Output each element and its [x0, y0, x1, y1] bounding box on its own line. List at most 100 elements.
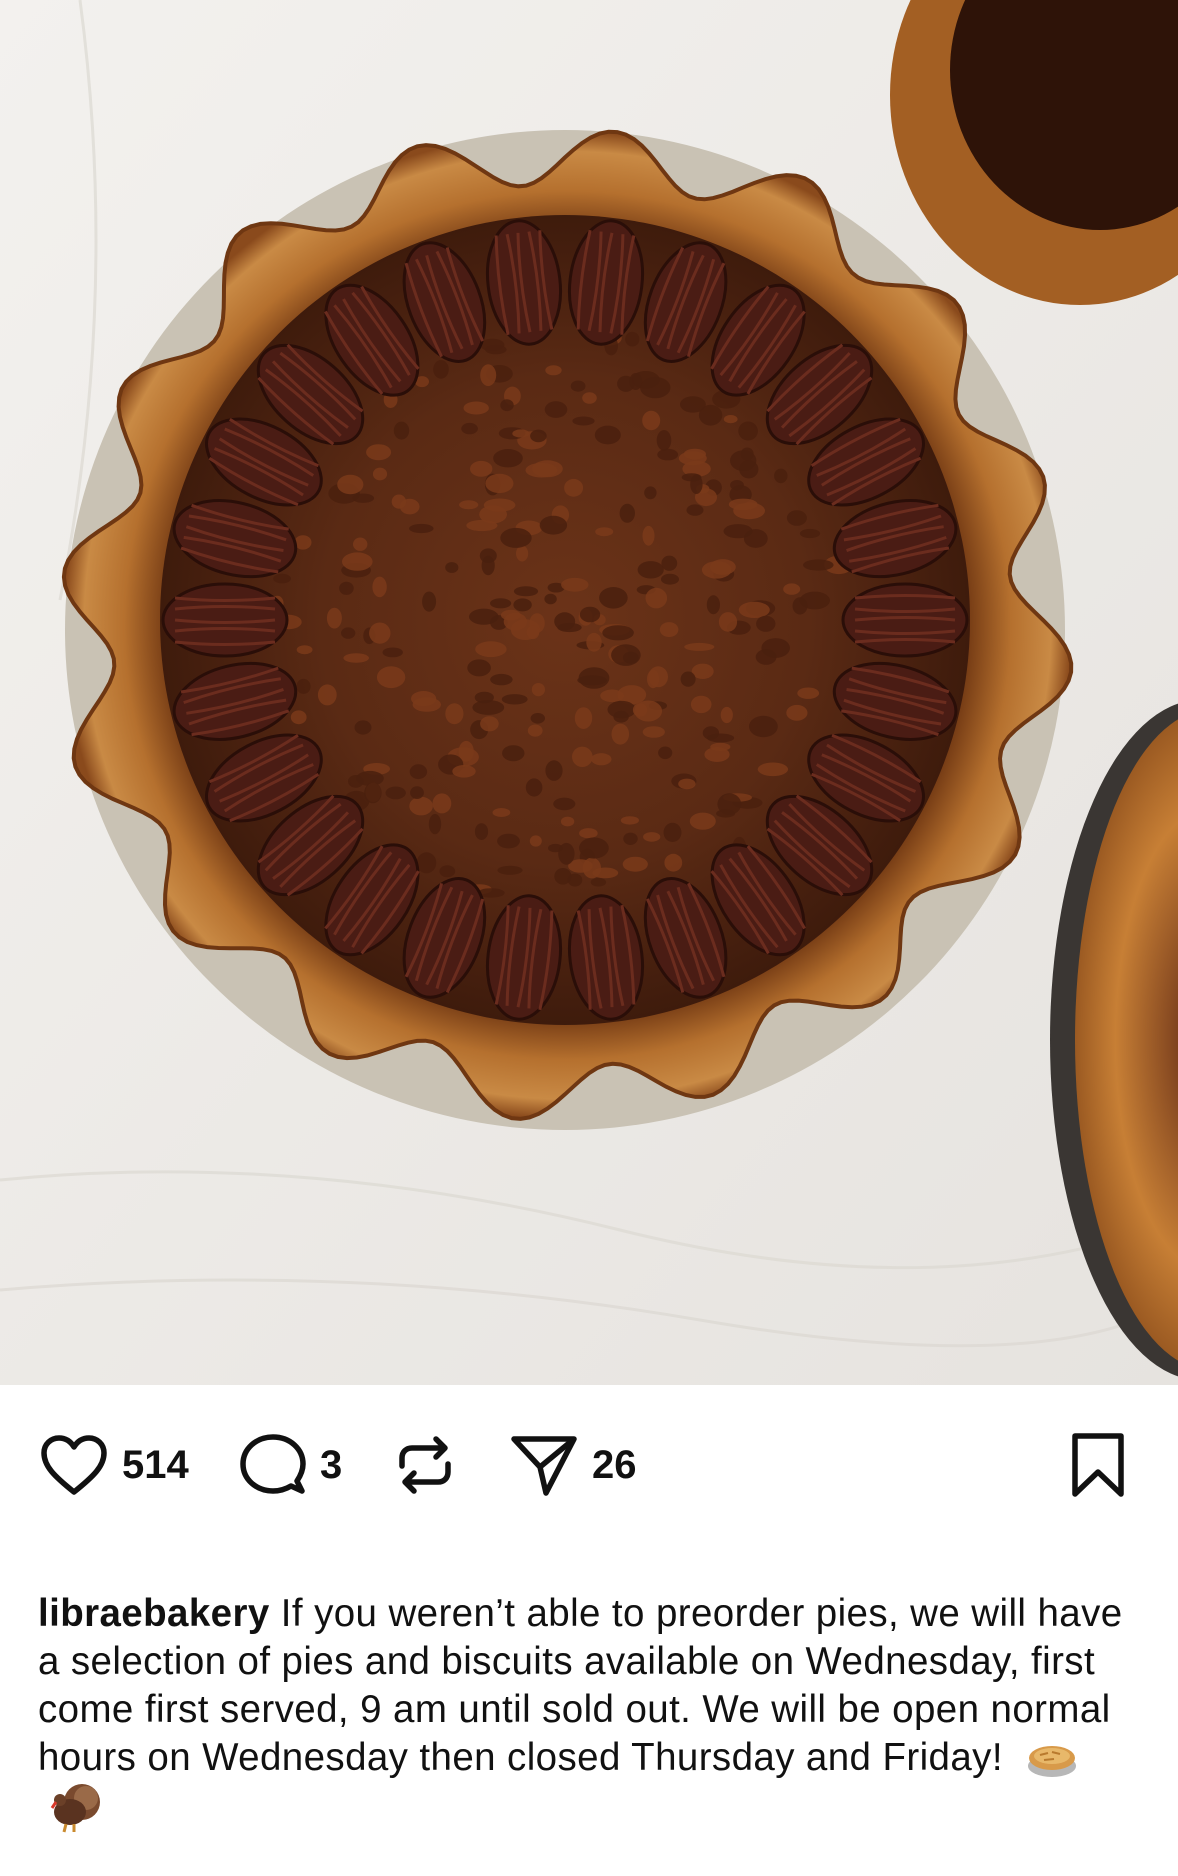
filling-bit	[525, 462, 558, 478]
filling-bit	[690, 695, 712, 714]
bookmark-icon[interactable]	[1070, 1432, 1126, 1498]
filling-bit	[561, 577, 589, 592]
filling-bit	[799, 591, 830, 610]
save-button[interactable]	[1070, 1425, 1126, 1505]
caption-username[interactable]: libraebakery	[38, 1592, 270, 1635]
filling-bit	[296, 645, 313, 655]
filling-bit	[545, 760, 563, 781]
filling-bit	[445, 562, 459, 573]
filling-bit	[663, 822, 682, 843]
filling-bit	[273, 573, 291, 584]
filling-bit	[642, 410, 661, 431]
filling-bit	[475, 641, 507, 658]
filling-bit	[526, 625, 540, 640]
filling-bit	[689, 812, 716, 830]
filling-bit	[513, 598, 532, 612]
filling-bit	[490, 673, 513, 686]
filling-bit	[353, 537, 368, 551]
repost-icon[interactable]	[392, 1432, 458, 1498]
like-button[interactable]: 514	[40, 1425, 189, 1505]
filling-bit	[590, 877, 607, 887]
filling-bit	[433, 360, 449, 379]
send-icon[interactable]	[510, 1433, 578, 1497]
filling-bit	[527, 724, 543, 737]
filling-bit	[452, 765, 476, 778]
filling-bit	[622, 856, 648, 872]
comment-button[interactable]: 3	[240, 1425, 342, 1505]
filling-bit	[664, 853, 683, 872]
filling-bit	[326, 607, 342, 629]
filling-bit	[461, 422, 478, 435]
filling-bit	[602, 625, 634, 641]
filling-bit	[799, 528, 821, 539]
filling-bit	[684, 642, 715, 651]
filling-bit	[459, 500, 479, 510]
filling-bit	[470, 460, 493, 477]
filling-bit	[783, 583, 801, 595]
filling-bit	[625, 331, 640, 347]
filling-bit	[341, 627, 356, 639]
filling-bit	[642, 726, 665, 738]
filling-bit	[643, 832, 661, 842]
repost-button[interactable]	[392, 1425, 458, 1505]
filling-bit	[680, 671, 696, 687]
filling-bit	[439, 865, 456, 878]
filling-bit	[422, 591, 437, 612]
filling-bit	[611, 644, 641, 666]
filling-bit	[730, 450, 757, 471]
filling-bit	[369, 622, 391, 644]
like-count: 514	[122, 1442, 189, 1487]
filling-bit	[592, 867, 619, 879]
filling-bit	[642, 525, 655, 546]
filling-bit	[343, 653, 370, 663]
filling-bit	[582, 392, 597, 404]
share-button[interactable]: 26	[510, 1425, 637, 1505]
filling-bit	[385, 786, 406, 800]
pie-emoji	[1028, 1746, 1077, 1777]
comment-icon[interactable]	[240, 1433, 306, 1497]
filling-bit	[586, 632, 602, 652]
filling-bit	[530, 713, 545, 724]
comment-count: 3	[320, 1442, 343, 1487]
filling-bit	[656, 430, 672, 451]
filling-bit	[296, 678, 311, 694]
filling-bit	[644, 486, 657, 500]
filling-bit	[364, 782, 382, 804]
filling-bit	[530, 429, 547, 443]
filling-bit	[490, 598, 512, 609]
post-caption: libraebakery If you weren’t able to preo…	[38, 1590, 1148, 1836]
filling-bit	[707, 733, 735, 743]
filling-bit	[774, 468, 788, 484]
filling-bit	[409, 796, 433, 816]
filling-bit	[619, 503, 635, 523]
filling-bit	[500, 399, 514, 412]
filling-bit	[632, 703, 648, 717]
filling-bit	[611, 723, 630, 745]
filling-bit	[445, 703, 464, 725]
filling-bit	[560, 816, 575, 827]
filling-bit	[409, 523, 434, 534]
filling-bit	[337, 474, 364, 495]
filling-bit	[317, 684, 337, 706]
filling-bit	[657, 448, 679, 461]
filling-bit	[623, 832, 638, 845]
filling-bit	[410, 786, 424, 799]
filling-bit	[743, 529, 768, 548]
filling-bit	[659, 622, 679, 638]
filling-bit	[629, 373, 643, 390]
filling-bit	[756, 615, 776, 632]
filling-bit	[393, 421, 410, 440]
filling-bit	[483, 498, 516, 512]
filling-bit	[678, 778, 696, 790]
post-image[interactable]	[0, 0, 1178, 1385]
filling-bit	[661, 555, 678, 571]
heart-icon[interactable]	[40, 1434, 108, 1496]
filling-bit	[531, 683, 546, 697]
filling-bit	[463, 401, 489, 415]
filling-bit	[366, 444, 392, 461]
filling-bit	[716, 809, 736, 818]
filling-bit	[432, 793, 452, 814]
filling-bit	[481, 555, 495, 576]
filling-bit	[391, 494, 407, 509]
filling-bit	[558, 842, 575, 865]
